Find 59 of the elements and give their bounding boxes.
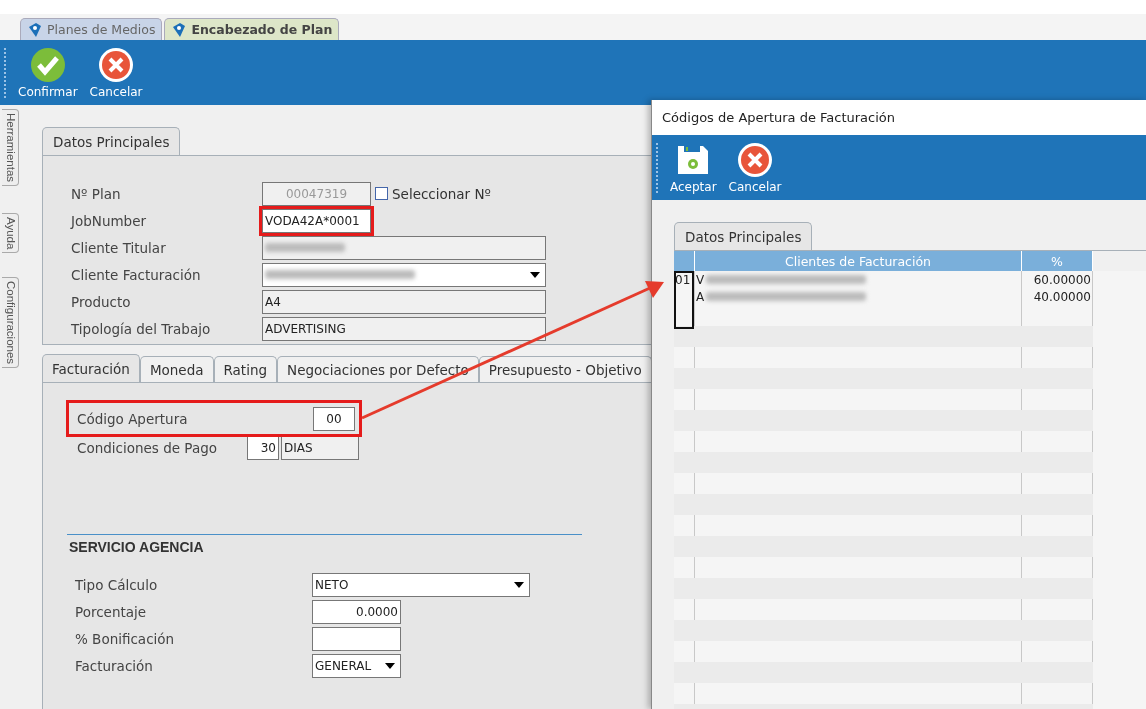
input-field[interactable]: 30 <box>247 436 279 460</box>
field-label: % Bonificación <box>75 630 176 647</box>
toolbar-button[interactable]: Cancelar <box>87 46 145 99</box>
input-field[interactable]: A4 <box>262 289 546 314</box>
input-field[interactable]: DIAS <box>280 436 359 460</box>
cancel-icon <box>737 141 774 178</box>
column-header <box>674 251 694 271</box>
input-field[interactable]: 0.0000 <box>312 599 401 624</box>
input-field[interactable]: VODA42A*0001 <box>262 208 371 233</box>
input-field[interactable]: 00 <box>313 406 355 431</box>
caret-icon <box>514 581 524 588</box>
field-label: Facturación <box>75 657 154 674</box>
document-tab[interactable]: Planes de Medios <box>20 18 163 40</box>
dropdown-field[interactable] <box>262 262 546 287</box>
toolbar-button[interactable]: Confirmar <box>16 46 80 99</box>
input-field[interactable]: ADVERTISING <box>262 316 546 341</box>
field-label: Porcentaje <box>75 603 148 620</box>
checkbox[interactable] <box>375 187 388 200</box>
caret-icon <box>530 271 540 278</box>
section-tab[interactable]: Presupuesto - Objetivo <box>478 356 652 382</box>
toolbar-button[interactable]: Aceptar <box>668 141 719 194</box>
field-label: Tipología del Trabajo <box>71 320 212 337</box>
dialog-title: Códigos de Apertura de Facturación <box>652 100 1146 135</box>
field-label: Cliente Titular <box>71 239 167 256</box>
dropdown-field[interactable]: NETO <box>312 572 530 597</box>
checkbox-label: Seleccionar Nº <box>392 185 491 202</box>
caret-icon <box>385 662 395 669</box>
field-label: Condiciones de Pago <box>77 440 218 456</box>
field-label: Código Apertura <box>77 410 189 427</box>
toolbar-button[interactable]: Cancelar <box>726 141 784 194</box>
table-cell: A <box>696 289 705 304</box>
side-tab[interactable]: Herramientas <box>2 109 19 187</box>
table-cell: V <box>696 272 705 287</box>
side-tab[interactable]: Configuraciones <box>2 277 19 369</box>
table-cell: 40.00000 <box>1033 289 1091 304</box>
cancel-icon <box>98 46 135 83</box>
section-tab[interactable]: Moneda <box>139 356 214 382</box>
shield-logo-icon <box>27 21 43 38</box>
section-title: SERVICIO AGENCIA <box>69 539 205 557</box>
section-tab[interactable]: Facturación <box>42 354 140 382</box>
field-label: Producto <box>71 293 132 310</box>
panel-tab[interactable]: Datos Principales <box>674 222 813 250</box>
table-cell: 60.00000 <box>1033 272 1091 287</box>
document-tab[interactable]: Encabezado de Plan <box>164 18 340 40</box>
table-cell: 01 <box>675 272 691 287</box>
input-field[interactable] <box>312 626 401 651</box>
panel-tab[interactable]: Datos Principales <box>42 127 181 155</box>
field-label: Nº Plan <box>71 185 122 202</box>
side-tab[interactable]: Ayuda <box>2 213 19 254</box>
shield-logo-icon <box>171 21 188 38</box>
section-tab[interactable]: Rating <box>213 356 278 382</box>
input-field[interactable] <box>262 235 546 260</box>
section-tab[interactable]: Negociaciones por Defecto <box>277 356 479 382</box>
field-label: JobNumber <box>71 212 148 229</box>
dropdown-field[interactable]: GENERAL <box>312 653 401 678</box>
row-cursor <box>674 271 694 329</box>
check-icon <box>29 46 66 83</box>
field-label: Tipo Cálculo <box>75 576 159 593</box>
field-label: Cliente Facturación <box>71 266 202 283</box>
